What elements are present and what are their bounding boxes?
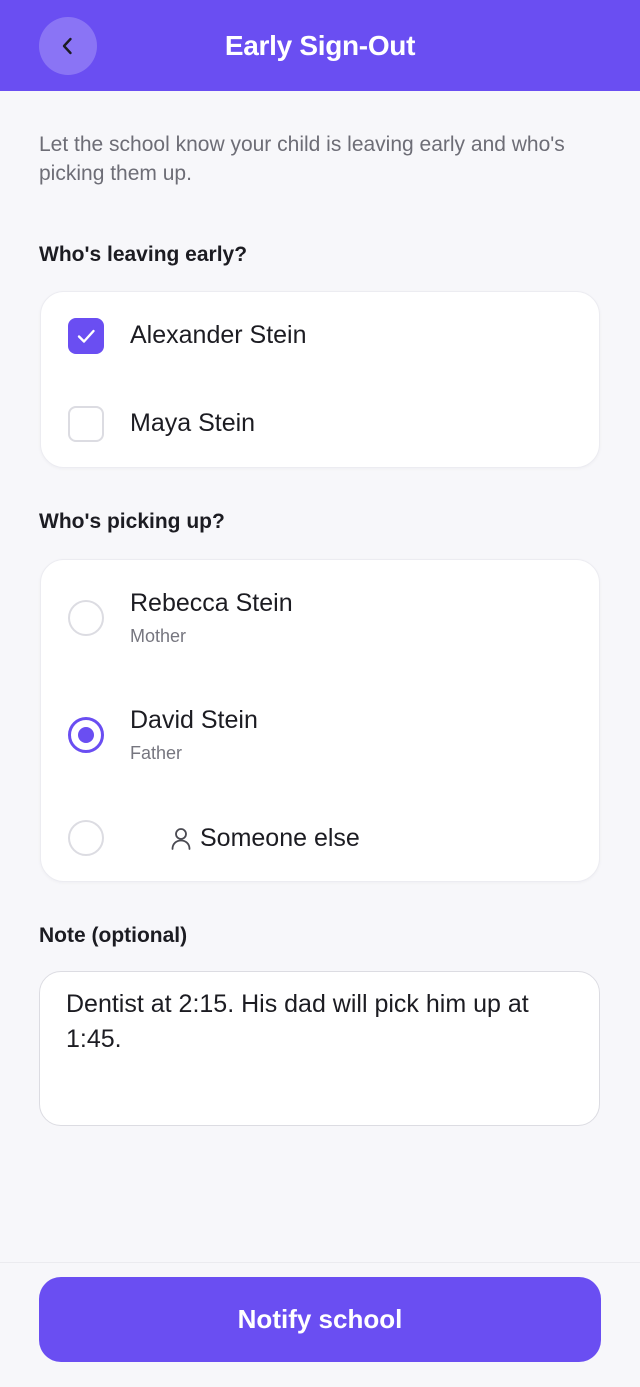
person-icon [171, 828, 191, 850]
children-card: Alexander Stein Maya Stein [40, 291, 600, 468]
pickup-name: Rebecca Stein [130, 589, 293, 617]
pickup-card: Rebecca Stein Mother David Stein Father … [40, 559, 600, 882]
radio-selected-dot [78, 727, 94, 743]
child-row-maya[interactable]: Maya Stein [41, 380, 599, 468]
child-name: Maya Stein [130, 409, 256, 437]
pickup-name: Someone else [200, 824, 360, 852]
note-textarea[interactable]: Dentist at 2:15. His dad will pick him u… [39, 971, 600, 1126]
note-label: Note (optional) [39, 924, 188, 947]
child-name: Alexander Stein [130, 321, 307, 349]
checkmark-icon [77, 329, 95, 343]
pickup-name: David Stein [130, 706, 258, 734]
pickup-relation: Father [130, 743, 183, 763]
pickup-relation: Mother [130, 626, 187, 646]
child-row-alexander[interactable]: Alexander Stein [41, 292, 599, 380]
intro-text: Let the school know your child is leavin… [39, 133, 565, 185]
pickup-option-someone-else[interactable]: Someone else [41, 794, 599, 882]
child-checkbox-alexander[interactable] [68, 318, 104, 354]
footer-bar: Notify school [0, 1262, 640, 1387]
child-checkbox-maya[interactable] [68, 406, 104, 442]
page-title: Early Sign-Out [224, 30, 416, 61]
app-header: Early Sign-Out [0, 0, 640, 91]
pickup-option-rebecca[interactable]: Rebecca Stein Mother [41, 560, 599, 676]
notify-school-button[interactable]: Notify school [39, 1277, 601, 1362]
pickup-section-label: Who's picking up? [39, 510, 225, 533]
pickup-radio-someone-else[interactable] [68, 820, 104, 856]
pickup-radio-rebecca[interactable] [68, 600, 104, 636]
children-section-label: Who's leaving early? [39, 243, 248, 266]
pickup-option-david[interactable]: David Stein Father [41, 676, 599, 794]
pickup-radio-david[interactable] [68, 717, 104, 753]
